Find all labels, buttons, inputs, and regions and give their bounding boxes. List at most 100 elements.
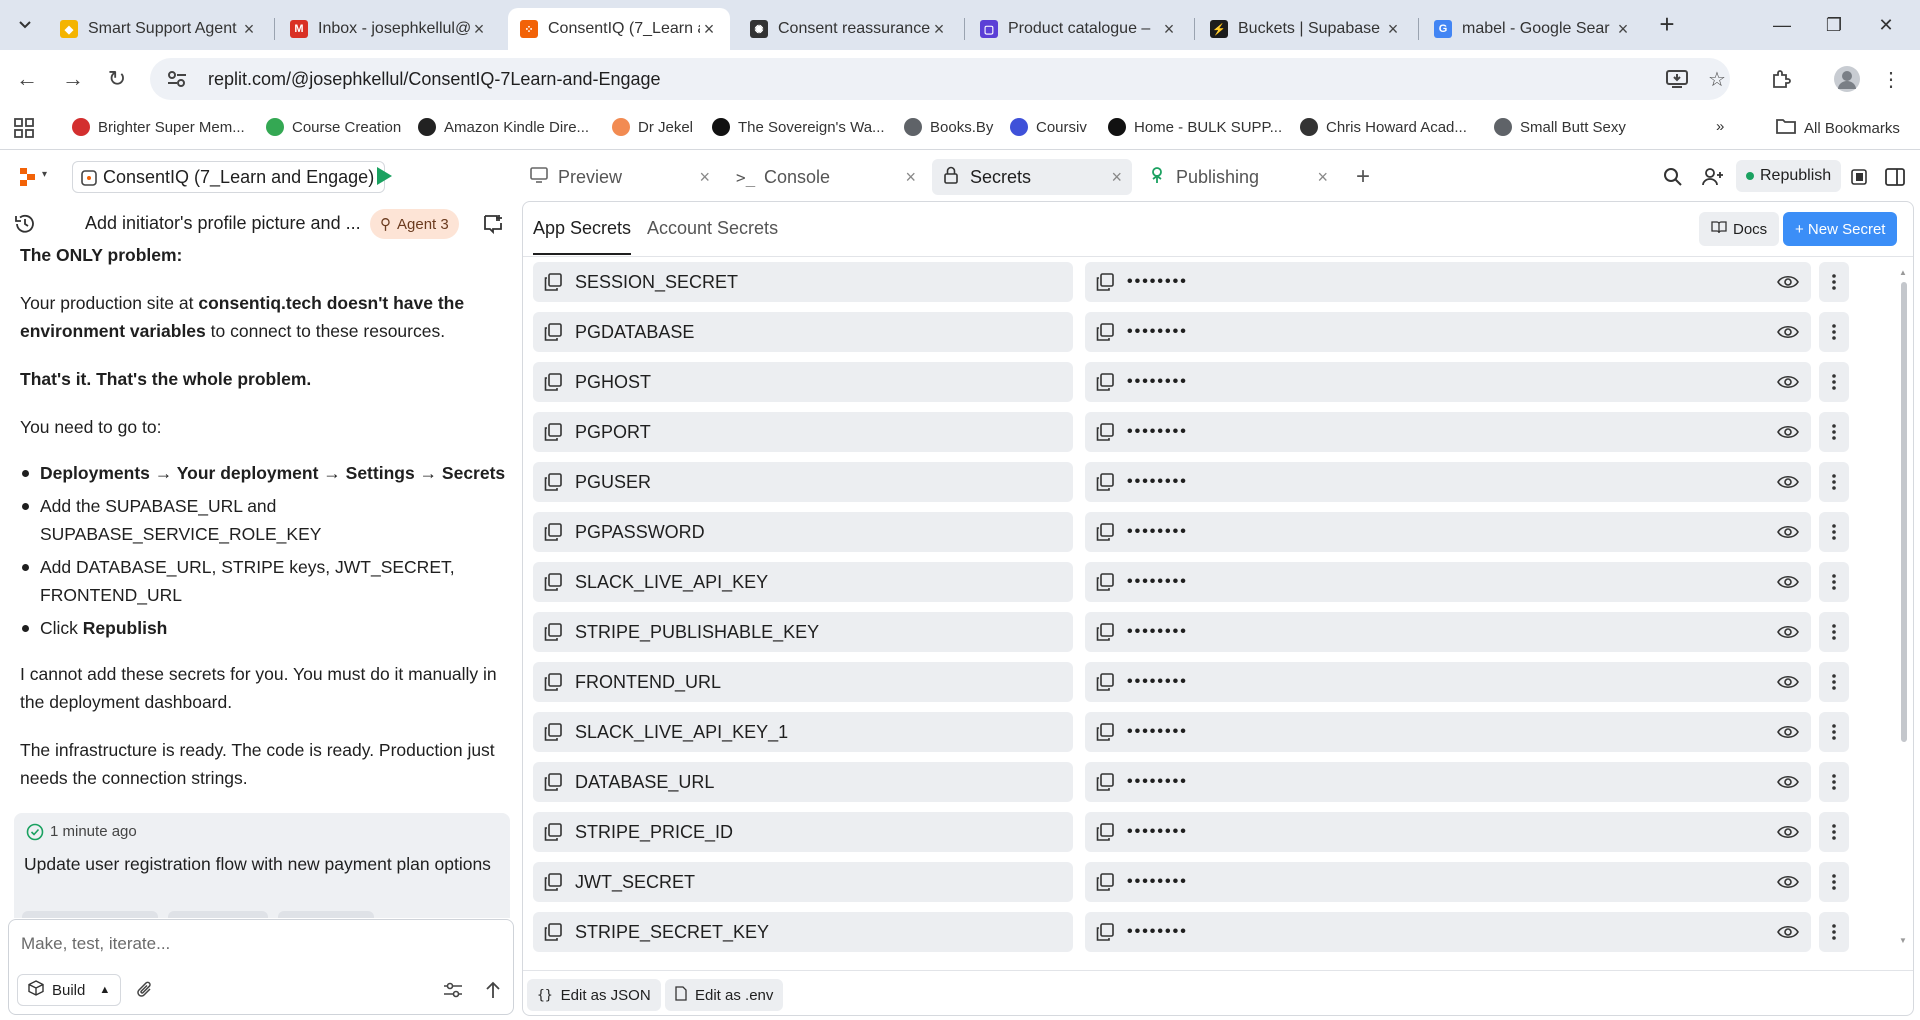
secret-value-field[interactable]: •••••••• [1085, 462, 1811, 502]
more-bookmarks-chevron-icon[interactable]: » [1716, 118, 1724, 135]
scroll-down-arrow-icon[interactable]: ▼ [1899, 936, 1907, 945]
secret-more-options-button[interactable] [1819, 712, 1849, 752]
install-app-icon[interactable] [1662, 64, 1692, 94]
new-chat-icon[interactable] [482, 213, 504, 235]
secret-value-field[interactable]: •••••••• [1085, 862, 1811, 902]
copy-icon[interactable] [1095, 372, 1115, 392]
chip[interactable] [278, 911, 374, 918]
copy-icon[interactable] [543, 322, 563, 342]
close-tab-icon[interactable]: × [240, 19, 258, 40]
secret-more-options-button[interactable] [1819, 412, 1849, 452]
secret-more-options-button[interactable] [1819, 262, 1849, 302]
secret-value-field[interactable]: •••••••• [1085, 762, 1811, 802]
chat-composer[interactable]: Make, test, iterate... Build ▲ [8, 919, 514, 1015]
browser-tab[interactable]: M Inbox - josephkellul@ × [278, 8, 500, 50]
bookmark-item[interactable]: Home - BULK SUPP... [1108, 118, 1282, 136]
secret-more-options-button[interactable] [1819, 462, 1849, 502]
copy-icon[interactable] [1095, 472, 1115, 492]
secret-more-options-button[interactable] [1819, 612, 1849, 652]
copy-icon[interactable] [543, 772, 563, 792]
bookmark-item[interactable]: Brighter Super Mem... [72, 118, 245, 136]
secret-value-field[interactable]: •••••••• [1085, 812, 1811, 852]
tab-preview[interactable]: Preview × [520, 159, 720, 195]
toggle-sidebar-icon[interactable] [1882, 164, 1908, 190]
send-arrow-up-icon[interactable] [481, 978, 505, 1002]
copy-icon[interactable] [543, 822, 563, 842]
build-mode-button[interactable]: Build ▲ [17, 974, 122, 1006]
notifications-icon[interactable] [1846, 164, 1872, 190]
browser-tab[interactable]: ✺ Consent reassurance × [738, 8, 960, 50]
copy-icon[interactable] [1095, 322, 1115, 342]
tab-console[interactable]: >_ Console × [726, 159, 926, 195]
tab-secrets[interactable]: Secrets × [932, 159, 1132, 195]
secret-key-field[interactable]: PGPORT [533, 412, 1073, 452]
forward-icon[interactable]: → [58, 64, 88, 94]
secret-value-field[interactable]: •••••••• [1085, 612, 1811, 652]
extensions-icon[interactable] [1766, 64, 1796, 94]
new-tab-button[interactable]: + [1652, 10, 1682, 40]
close-tab-icon[interactable]: × [700, 19, 718, 40]
copy-icon[interactable] [543, 872, 563, 892]
history-icon[interactable] [14, 213, 36, 235]
close-publishing-tab-icon[interactable]: × [1317, 167, 1328, 188]
show-value-eye-icon[interactable] [1777, 672, 1799, 692]
close-tab-icon[interactable]: × [1160, 19, 1178, 40]
show-value-eye-icon[interactable] [1777, 422, 1799, 442]
bookmark-item[interactable]: The Sovereign's Wa... [712, 118, 885, 136]
copy-icon[interactable] [1095, 722, 1115, 742]
show-value-eye-icon[interactable] [1777, 822, 1799, 842]
edit-as-env-button[interactable]: Edit as .env [665, 979, 784, 1011]
secret-value-field[interactable]: •••••••• [1085, 362, 1811, 402]
copy-icon[interactable] [1095, 622, 1115, 642]
minimize-button[interactable]: — [1762, 10, 1802, 40]
all-bookmarks-folder[interactable]: All Bookmarks [1776, 118, 1900, 138]
secret-more-options-button[interactable] [1819, 862, 1849, 902]
secret-key-field[interactable]: SESSION_SECRET [533, 262, 1073, 302]
back-icon[interactable]: ← [12, 64, 42, 94]
copy-icon[interactable] [543, 422, 563, 442]
bookmark-item[interactable]: Dr Jekel [612, 118, 693, 136]
show-value-eye-icon[interactable] [1777, 522, 1799, 542]
secret-more-options-button[interactable] [1819, 912, 1849, 952]
close-tab-icon[interactable]: × [470, 19, 488, 40]
bookmark-item[interactable]: Course Creation [266, 118, 401, 136]
copy-icon[interactable] [543, 922, 563, 942]
bookmark-star-icon[interactable]: ☆ [1702, 64, 1732, 94]
secret-key-field[interactable]: PGDATABASE [533, 312, 1073, 352]
secret-value-field[interactable]: •••••••• [1085, 712, 1811, 752]
restore-button[interactable]: ❐ [1814, 10, 1854, 40]
browser-tab[interactable]: ▢ Product catalogue – × [968, 8, 1190, 50]
bookmark-item[interactable]: Small Butt Sexy [1494, 118, 1626, 136]
browser-tab[interactable]: Gmabel - Google Sear × [1422, 8, 1644, 50]
secret-more-options-button[interactable] [1819, 662, 1849, 702]
secret-value-field[interactable]: •••••••• [1085, 412, 1811, 452]
new-secret-button[interactable]: + New Secret [1783, 212, 1898, 246]
copy-icon[interactable] [1095, 872, 1115, 892]
bookmark-item[interactable]: Chris Howard Acad... [1300, 118, 1467, 136]
secret-key-field[interactable]: STRIPE_SECRET_KEY [533, 912, 1073, 952]
run-play-icon[interactable] [374, 165, 394, 187]
composer-placeholder[interactable]: Make, test, iterate... [21, 934, 170, 954]
show-value-eye-icon[interactable] [1777, 922, 1799, 942]
copy-icon[interactable] [543, 372, 563, 392]
secret-key-field[interactable]: PGPASSWORD [533, 512, 1073, 552]
bookmark-item[interactable]: Books.By [904, 118, 993, 136]
show-value-eye-icon[interactable] [1777, 772, 1799, 792]
copy-icon[interactable] [543, 722, 563, 742]
copy-icon[interactable] [543, 272, 563, 292]
tab-app-secrets[interactable]: App Secrets [533, 218, 632, 255]
show-value-eye-icon[interactable] [1777, 322, 1799, 342]
reload-icon[interactable]: ↻ [102, 64, 132, 94]
browser-menu-icon[interactable]: ⋮ [1876, 64, 1906, 94]
checkpoint-card[interactable]: 1 minute ago Update user registration fl… [14, 813, 510, 918]
close-secrets-tab-icon[interactable]: × [1111, 167, 1122, 188]
secret-value-field[interactable]: •••••••• [1085, 662, 1811, 702]
tab-publishing[interactable]: Publishing × [1138, 159, 1338, 195]
edit-as-json-button[interactable]: {} Edit as JSON [527, 979, 661, 1011]
chip[interactable] [22, 911, 158, 918]
show-value-eye-icon[interactable] [1777, 372, 1799, 392]
apps-grid-icon[interactable] [14, 118, 34, 138]
url-text[interactable]: replit.com/@josephkellul/ConsentIQ-7Lear… [208, 69, 661, 90]
invite-user-icon[interactable] [1700, 164, 1726, 190]
copy-icon[interactable] [543, 522, 563, 542]
